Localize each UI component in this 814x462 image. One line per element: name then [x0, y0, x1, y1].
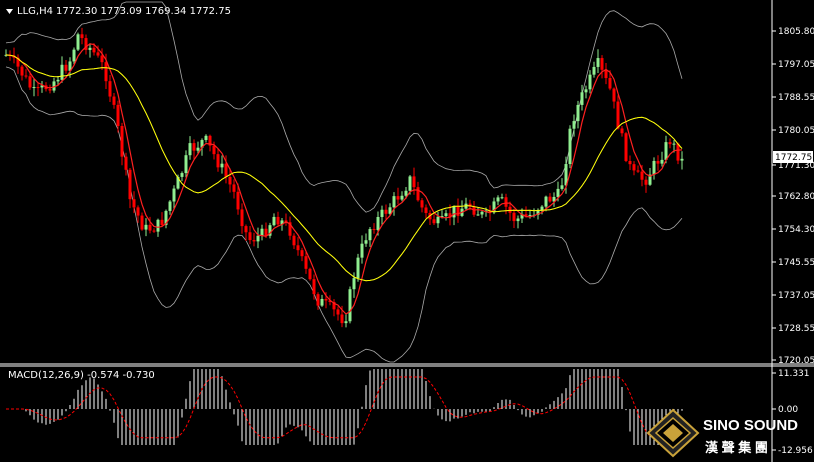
svg-text:-12.956: -12.956	[778, 446, 813, 456]
ohlc-readout: 1772.30 1773.09 1769.34 1772.75	[56, 6, 231, 17]
logo-chinese: 漢 聲 集 團	[705, 440, 768, 455]
svg-text:1780.05: 1780.05	[778, 126, 814, 136]
price-tick-1: 1797.05	[772, 60, 814, 70]
price-tick-3: 1780.05	[772, 126, 814, 136]
svg-text:1754.30: 1754.30	[778, 225, 814, 235]
macd-tick-0: 11.331	[772, 369, 810, 379]
svg-text:1745.55: 1745.55	[778, 258, 814, 268]
svg-text:1762.80: 1762.80	[778, 192, 814, 202]
price-tick-10: 1728.55	[772, 324, 814, 334]
candle	[308, 267, 312, 281]
svg-text:11.331: 11.331	[778, 369, 810, 379]
svg-text:0.00: 0.00	[778, 405, 798, 415]
candle	[348, 286, 352, 324]
price-tick-7: 1754.30	[772, 225, 814, 235]
symbol-label: LLG,H4	[17, 6, 53, 17]
price-tick-2: 1788.55	[772, 93, 814, 103]
current-price-marker: 1772.75	[773, 151, 813, 163]
price-tick-8: 1745.55	[772, 258, 814, 268]
candle	[568, 125, 572, 169]
svg-text:1772.75: 1772.75	[775, 153, 812, 163]
svg-text:1797.05: 1797.05	[778, 60, 814, 70]
svg-text:1728.55: 1728.55	[778, 324, 814, 334]
price-tick-0: 1805.80	[772, 27, 814, 37]
svg-text:1805.80: 1805.80	[778, 27, 814, 37]
svg-text:1788.55: 1788.55	[778, 93, 814, 103]
candle	[624, 132, 628, 163]
price-tick-9: 1737.05	[772, 291, 814, 301]
macd-tick-2: -12.956	[772, 446, 813, 456]
svg-text:1737.05: 1737.05	[778, 291, 814, 301]
price-chart[interactable]: LLG,H4 1772.30 1773.09 1769.34 1772.75 1…	[0, 0, 814, 462]
price-tick-6: 1762.80	[772, 192, 814, 202]
svg-text:1720.05: 1720.05	[778, 356, 814, 366]
candle	[76, 32, 80, 52]
price-tick-11: 1720.05	[772, 356, 814, 366]
logo-name: SINO SOUND	[703, 417, 798, 434]
candle	[356, 253, 360, 282]
macd-label: MACD(12,26,9) -0.574 -0.730	[8, 370, 155, 381]
